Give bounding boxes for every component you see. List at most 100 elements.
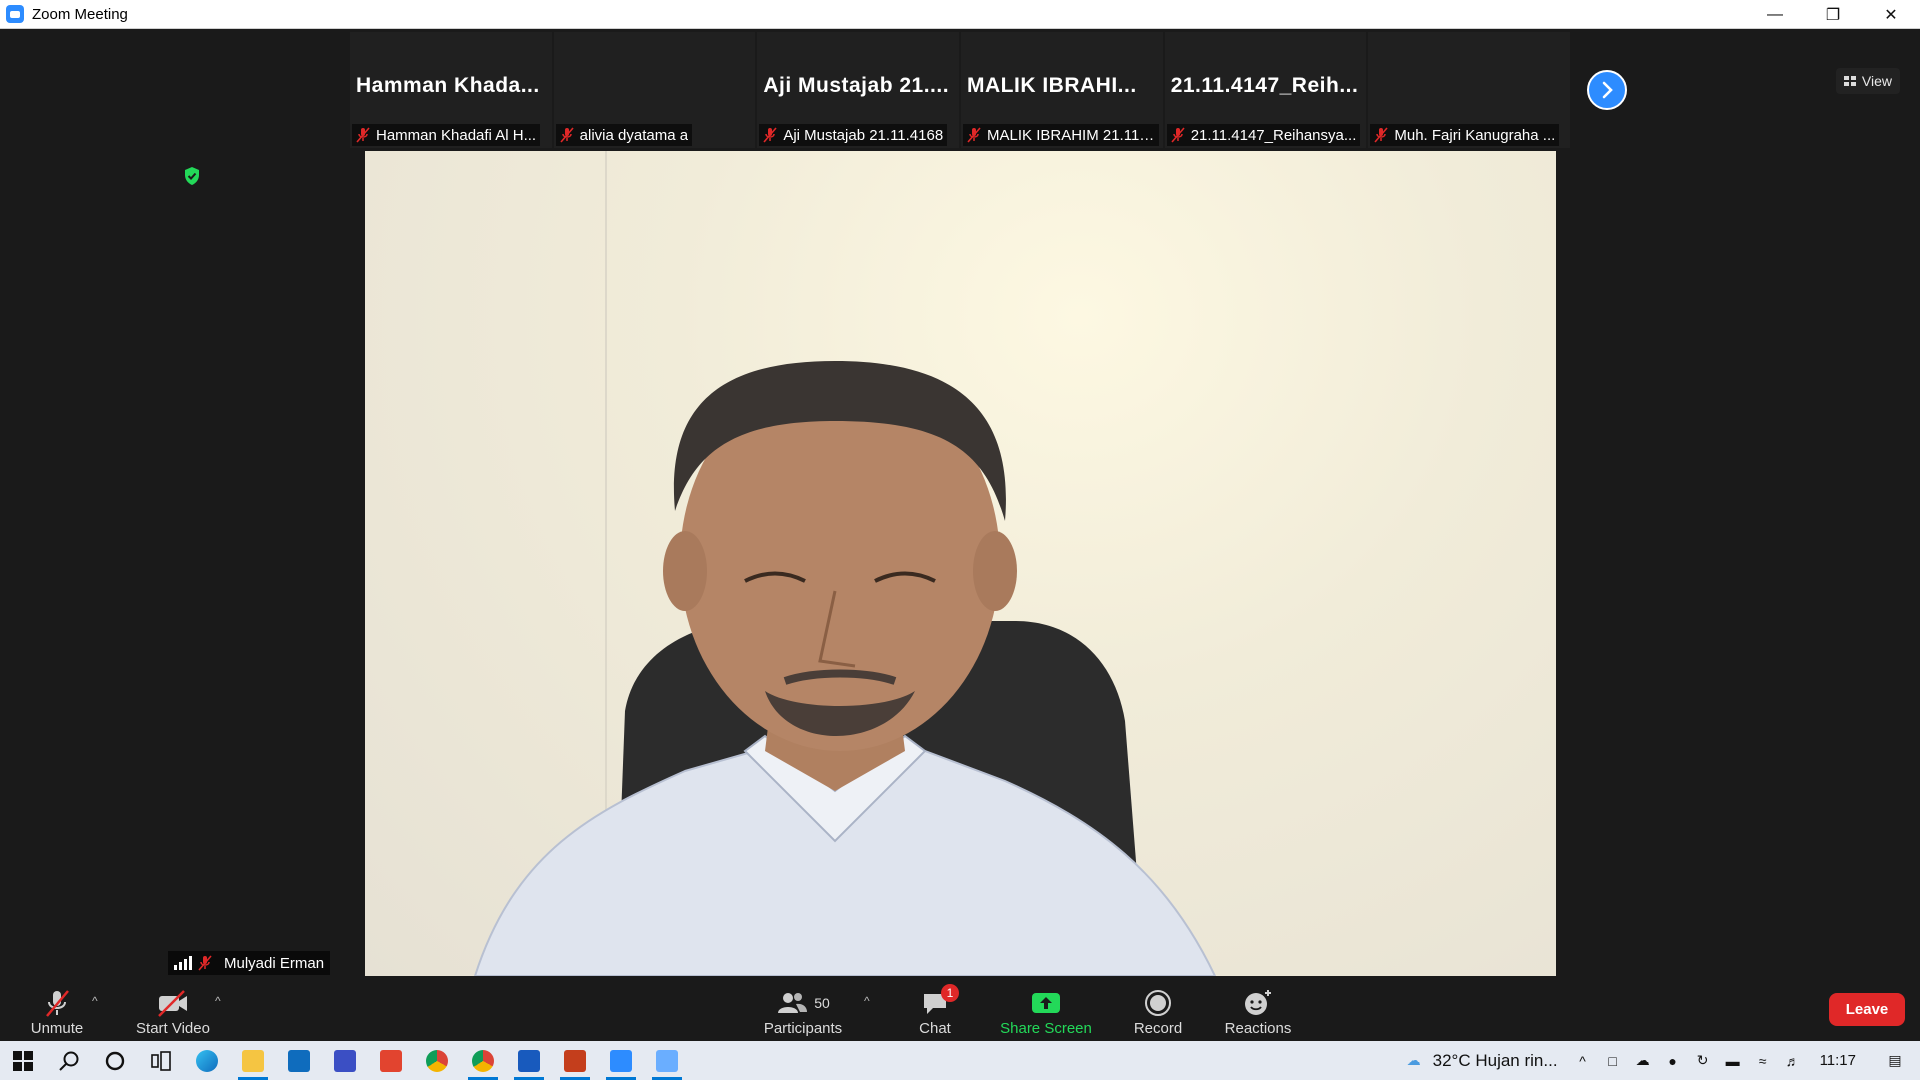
participant-name-tag: MALIK IBRAHIM 21.11.... xyxy=(963,124,1160,146)
word-icon xyxy=(518,1049,540,1072)
taskbar-word[interactable] xyxy=(506,1041,552,1080)
taskbar-powerpoint[interactable] xyxy=(552,1041,598,1080)
participant-name-tag: Hamman Khadafi Al H... xyxy=(352,124,541,146)
participant-thumbnail[interactable]: alivia dyatama a xyxy=(553,32,756,148)
restore-button[interactable]: ❐ xyxy=(1804,0,1862,29)
next-page-button[interactable] xyxy=(1587,70,1627,110)
folder-icon xyxy=(242,1049,264,1072)
weather-text[interactable]: 32°C Hujan rin... xyxy=(1433,1051,1558,1071)
participant-display-name: MALIK IBRAHI... xyxy=(967,74,1137,97)
active-speaker-name: Mulyadi Erman xyxy=(224,954,325,972)
muted-microphone-icon xyxy=(46,990,69,1017)
muted-mic-icon xyxy=(356,127,370,143)
chrome-icon xyxy=(472,1049,494,1072)
meeting-toolbar: Unmute ^ Start Video ^ 50 Participants ^… xyxy=(0,980,1920,1041)
system-tray: ☁ 32°C Hujan rin... ^ □ ☁ ● ↻ ▬ ≈ ♬ 11:1… xyxy=(1399,1041,1920,1080)
chat-unread-badge: 1 xyxy=(941,984,959,1002)
record-label: Record xyxy=(1133,1020,1183,1037)
chat-button[interactable]: 1 Chat xyxy=(900,980,970,1041)
muted-mic-icon xyxy=(1374,127,1388,143)
taskbar-office[interactable] xyxy=(368,1041,414,1080)
start-button[interactable] xyxy=(0,1041,46,1080)
muted-mic-icon xyxy=(198,955,212,971)
start-video-label: Start Video xyxy=(136,1020,210,1037)
meet-now-icon[interactable]: □ xyxy=(1598,1041,1628,1080)
video-options-caret[interactable]: ^ xyxy=(215,994,221,1008)
window-title: Zoom Meeting xyxy=(32,5,128,23)
taskbar-chrome[interactable] xyxy=(414,1041,460,1080)
view-button[interactable]: View xyxy=(1835,68,1900,94)
reactions-button[interactable]: Reactions xyxy=(1218,980,1298,1041)
start-video-button[interactable]: Start Video xyxy=(128,980,218,1041)
active-speaker-label: Mulyadi Erman xyxy=(168,951,331,975)
volume-icon[interactable]: ♬ xyxy=(1778,1041,1808,1080)
taskbar-chrome-2[interactable] xyxy=(460,1041,506,1080)
windows-taskbar: ☁ 32°C Hujan rin... ^ □ ☁ ● ↻ ▬ ≈ ♬ 11:1… xyxy=(0,1041,1920,1080)
onedrive-cloud-icon[interactable]: ☁ xyxy=(1628,1041,1658,1080)
grid-view-icon xyxy=(1843,76,1856,86)
smiley-add-icon xyxy=(1245,990,1271,1015)
search-button[interactable] xyxy=(46,1041,92,1080)
participant-thumbnail[interactable]: Hamman Khada... Hamman Khadafi Al H... xyxy=(350,32,552,148)
taskbar-zoom-meeting[interactable] xyxy=(644,1041,690,1080)
taskbar-mail[interactable] xyxy=(276,1041,322,1080)
encryption-shield-icon[interactable] xyxy=(183,166,201,186)
share-screen-button[interactable]: Share Screen xyxy=(993,980,1099,1041)
taskbar-zoom[interactable] xyxy=(598,1041,644,1080)
participant-display-name: 21.11.4147_Reih... xyxy=(1170,74,1359,97)
battery-icon[interactable]: ▬ xyxy=(1718,1041,1748,1080)
audio-options-caret[interactable]: ^ xyxy=(92,994,98,1008)
video-off-icon xyxy=(158,990,187,1017)
unmute-label: Unmute xyxy=(30,1020,84,1037)
record-icon xyxy=(1145,990,1171,1016)
microphone-icon[interactable]: ● xyxy=(1658,1041,1688,1080)
task-view-icon xyxy=(151,1050,171,1071)
chrome-icon xyxy=(426,1049,448,1072)
search-icon xyxy=(59,1051,79,1071)
window-controls: — ❐ ✕ xyxy=(1746,0,1920,29)
leave-button[interactable]: Leave xyxy=(1829,993,1905,1026)
update-icon[interactable]: ↻ xyxy=(1688,1041,1718,1080)
speaker-person-image xyxy=(473,361,1217,976)
speaker-video xyxy=(365,151,1556,976)
muted-mic-icon xyxy=(763,127,777,143)
mail-icon xyxy=(288,1049,310,1072)
participants-button[interactable]: 50 Participants xyxy=(755,980,851,1041)
office-icon xyxy=(380,1049,402,1072)
chevron-up-icon[interactable]: ^ xyxy=(1568,1041,1598,1080)
edge-icon xyxy=(196,1049,218,1072)
share-screen-label: Share Screen xyxy=(1000,1020,1092,1037)
participant-display-name: Aji Mustajab 21.... xyxy=(763,74,950,97)
close-button[interactable]: ✕ xyxy=(1862,0,1920,29)
wifi-icon[interactable]: ≈ xyxy=(1748,1041,1778,1080)
cortana-circle-icon xyxy=(105,1051,125,1070)
participant-thumbnail[interactable]: Muh. Fajri Kanugraha ... xyxy=(1368,32,1571,148)
taskbar-whiteboard[interactable] xyxy=(322,1041,368,1080)
record-button[interactable]: Record xyxy=(1123,980,1193,1041)
cortana-button[interactable] xyxy=(92,1041,138,1080)
whiteboard-icon xyxy=(334,1049,356,1072)
participant-thumbnail[interactable]: Aji Mustajab 21.... Aji Mustajab 21.11.4… xyxy=(757,32,960,148)
weather-icon: ☁ xyxy=(1406,1052,1421,1068)
participant-thumbnail[interactable]: MALIK IBRAHI... MALIK IBRAHIM 21.11.... xyxy=(961,32,1163,148)
participant-name-tag: Muh. Fajri Kanugraha ... xyxy=(1370,124,1560,146)
chevron-right-icon xyxy=(1602,81,1613,99)
taskbar-edge[interactable] xyxy=(184,1041,230,1080)
participant-name-tag: Aji Mustajab 21.11.4168 xyxy=(759,124,948,146)
reactions-label: Reactions xyxy=(1224,1020,1292,1037)
unmute-button[interactable]: Unmute xyxy=(22,980,92,1041)
powerpoint-icon xyxy=(564,1049,586,1072)
participant-thumbnail-strip: Hamman Khada... Hamman Khadafi Al H... a… xyxy=(350,32,1571,148)
clock-time[interactable]: 11:17 xyxy=(1820,1052,1856,1069)
zoom-app-icon xyxy=(6,5,24,23)
minimize-button[interactable]: — xyxy=(1746,0,1804,29)
task-view-button[interactable] xyxy=(138,1041,184,1080)
notification-icon[interactable]: ▤ xyxy=(1880,1041,1910,1080)
taskbar-file-explorer[interactable] xyxy=(230,1041,276,1080)
muted-mic-icon xyxy=(1171,127,1185,143)
participants-options-caret[interactable]: ^ xyxy=(864,994,870,1008)
participant-display-name: Hamman Khada... xyxy=(356,74,540,97)
participant-thumbnail[interactable]: 21.11.4147_Reih... 21.11.4147_Reihansya.… xyxy=(1164,32,1367,148)
zoom-icon xyxy=(610,1049,632,1072)
participants-icon xyxy=(778,993,808,1013)
